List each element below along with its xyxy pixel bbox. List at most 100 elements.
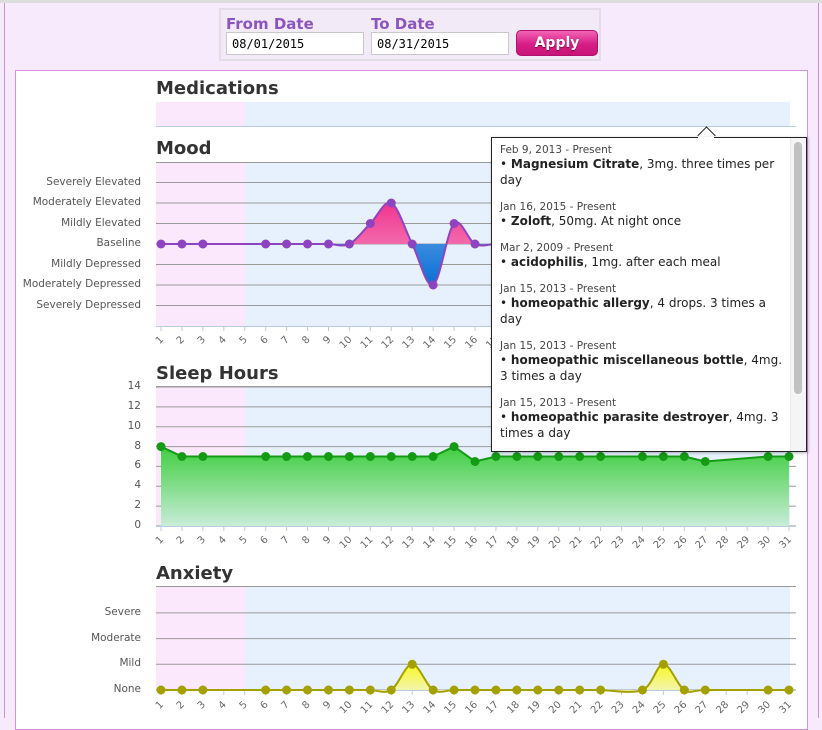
medication-text: • homeopathic parasite destroyer, 4mg. 3… bbox=[500, 410, 779, 440]
mood-point bbox=[261, 239, 271, 249]
mood-x-tick-label: 9 bbox=[321, 334, 333, 346]
mood-x-tick-label: 8 bbox=[300, 334, 312, 346]
anxiety-x-tick-label: 11 bbox=[359, 699, 376, 716]
medication-date: Jan 16, 2015 - Present bbox=[500, 201, 617, 213]
sleep-point bbox=[449, 442, 459, 452]
anxiety-point bbox=[386, 685, 396, 695]
mood-point bbox=[323, 239, 333, 249]
sleep-x-tick-label: 16 bbox=[463, 534, 480, 551]
sleep-x-tick-label: 9 bbox=[321, 534, 333, 546]
anxiety-x-tick-label: 18 bbox=[505, 699, 522, 716]
sleep-point bbox=[261, 452, 271, 461]
sleep-point bbox=[365, 452, 375, 461]
anxiety-point bbox=[763, 685, 773, 695]
anxiety-x-tick-label: 24 bbox=[631, 699, 648, 716]
anxiety-point bbox=[344, 685, 354, 695]
anxiety-x-tick-label: 15 bbox=[442, 699, 459, 716]
anxiety-x-tick-label: 12 bbox=[380, 699, 397, 716]
medication-text: • Zoloft, 50mg. At night once bbox=[500, 214, 682, 228]
mood-point bbox=[156, 239, 166, 249]
anxiety-point bbox=[303, 685, 313, 695]
anxiety-point bbox=[365, 685, 375, 695]
medication-item: Jan 15, 2013 - Present • homeopathic para… bbox=[500, 397, 788, 441]
anxiety-x-tick-label: 13 bbox=[401, 699, 418, 716]
anxiety-point bbox=[784, 685, 794, 695]
sleep-x-tick-label: 23 bbox=[610, 534, 627, 551]
sleep-point bbox=[784, 452, 794, 461]
mood-x-tick-label: 2 bbox=[175, 334, 187, 346]
anxiety-x-tick-label: 17 bbox=[484, 699, 501, 716]
medication-date: Jan 15, 2013 - Present bbox=[500, 397, 617, 409]
anxiety-x-tick-label: 23 bbox=[610, 699, 627, 716]
anxiety-blue-band bbox=[245, 586, 790, 690]
mood-x-tick-label: 15 bbox=[442, 334, 459, 351]
mood-point bbox=[365, 219, 375, 228]
sleep-x-tick-label: 3 bbox=[196, 534, 208, 546]
mood-x-tick-label: 5 bbox=[238, 334, 250, 346]
anxiety-point bbox=[512, 685, 522, 695]
sleep-x-tick-label: 21 bbox=[568, 534, 585, 551]
medication-name: Zoloft bbox=[510, 214, 552, 228]
medication-item: Jan 15, 2013 - Present • homeopathic alle… bbox=[500, 283, 788, 327]
sleep-x-tick-label: 31 bbox=[777, 534, 794, 551]
sleep-x-tick-label: 1 bbox=[154, 534, 166, 546]
mood-x-tick-label: 14 bbox=[421, 334, 438, 351]
mood-point bbox=[428, 280, 438, 290]
anxiety-x-tick-label: 26 bbox=[673, 699, 690, 716]
sleep-x-tick-label: 5 bbox=[238, 534, 250, 546]
sleep-x-tick-label: 6 bbox=[259, 534, 271, 546]
sleep-point bbox=[386, 452, 396, 461]
medication-name: homeopathic miscellaneous bottle bbox=[510, 353, 744, 367]
sleep-point bbox=[470, 456, 480, 466]
mood-point bbox=[449, 219, 459, 228]
medication-detail: , 50mg. At night once bbox=[551, 214, 682, 228]
sleep-x-tick-label: 29 bbox=[735, 534, 752, 551]
popup-scroll-track[interactable] bbox=[790, 138, 806, 451]
sleep-point bbox=[156, 442, 166, 452]
sleep-x-tick-label: 11 bbox=[359, 534, 376, 551]
anxiety-point bbox=[261, 685, 271, 695]
anxiety-x-tick-label: 16 bbox=[463, 699, 480, 716]
anxiety-point bbox=[198, 685, 208, 695]
sleep-point bbox=[344, 452, 354, 461]
anxiety-x-tick-label: 3 bbox=[196, 699, 208, 711]
anxiety-point bbox=[449, 685, 459, 695]
anxiety-x-tick-label: 25 bbox=[652, 699, 669, 716]
sleep-point bbox=[700, 456, 710, 466]
sleep-point bbox=[198, 452, 208, 461]
popup-scrollbar[interactable] bbox=[794, 142, 802, 394]
sleep-x-tick-label: 30 bbox=[756, 534, 773, 551]
anxiety-point bbox=[323, 685, 333, 695]
medication-name: Magnesium Citrate bbox=[510, 157, 640, 171]
sleep-x-tick-label: 2 bbox=[175, 534, 187, 546]
sleep-x-tick-label: 17 bbox=[484, 534, 501, 551]
sleep-x-tick-label: 26 bbox=[673, 534, 690, 551]
anxiety-x-tick-label: 19 bbox=[526, 699, 543, 716]
anxiety-point bbox=[177, 685, 187, 695]
anxiety-x-tick-label: 28 bbox=[715, 699, 732, 716]
mood-point bbox=[470, 239, 480, 249]
anxiety-point bbox=[282, 685, 292, 695]
anxiety-point bbox=[554, 685, 564, 695]
medication-date: Mar 2, 2009 - Present bbox=[500, 242, 614, 254]
mood-point bbox=[177, 239, 187, 249]
anxiety-x-tick-label: 2 bbox=[175, 699, 187, 711]
medication-name: homeopathic allergy bbox=[510, 296, 650, 310]
sleep-x-tick-label: 22 bbox=[589, 534, 606, 551]
anxiety-x-tick-label: 7 bbox=[279, 699, 291, 711]
sleep-point bbox=[177, 452, 187, 461]
anxiety-x-tick-label: 9 bbox=[321, 699, 333, 711]
sleep-point bbox=[763, 452, 773, 461]
sleep-x-tick-label: 7 bbox=[279, 534, 291, 546]
medications-popup: Feb 9, 2013 - Present • Magnesium Citrate… bbox=[491, 137, 807, 452]
mood-x-tick-label: 11 bbox=[359, 334, 376, 351]
sleep-point bbox=[491, 452, 501, 461]
sleep-x-tick-label: 13 bbox=[401, 534, 418, 551]
anxiety-point bbox=[679, 685, 689, 695]
sleep-point bbox=[428, 452, 438, 461]
mood-point bbox=[407, 239, 417, 249]
sleep-x-tick-label: 14 bbox=[421, 534, 438, 551]
mood-point bbox=[386, 198, 396, 208]
sleep-x-tick-label: 8 bbox=[300, 534, 312, 546]
anxiety-point bbox=[658, 659, 668, 669]
